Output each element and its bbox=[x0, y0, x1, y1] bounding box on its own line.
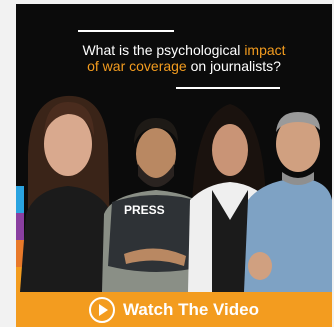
video-card[interactable]: What is the psychological impact of war … bbox=[16, 4, 332, 327]
journalist-woman-left bbox=[20, 95, 116, 292]
watch-video-button[interactable]: Watch The Video bbox=[16, 292, 332, 327]
video-thumbnail[interactable]: What is the psychological impact of war … bbox=[16, 4, 332, 294]
journalists-photo: PRESS bbox=[20, 95, 332, 292]
press-vest-label: PRESS bbox=[124, 203, 165, 217]
play-icon bbox=[88, 296, 115, 323]
watch-video-label: Watch The Video bbox=[122, 299, 260, 319]
